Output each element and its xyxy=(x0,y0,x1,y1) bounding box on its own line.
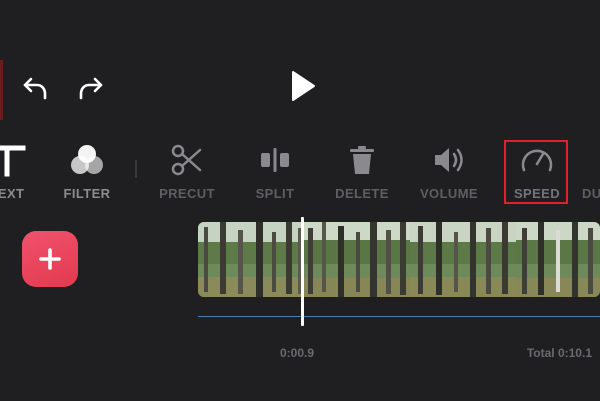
tool-text-label: TEXT xyxy=(0,186,25,201)
duplicate-icon xyxy=(582,138,600,182)
toolbar-divider xyxy=(135,160,137,178)
tool-text[interactable]: TEXT xyxy=(0,130,42,210)
current-time: 0:00.9 xyxy=(280,346,315,360)
tool-precut-label: PRECUT xyxy=(159,186,215,201)
tool-split-label: SPLIT xyxy=(255,186,295,201)
scissors-icon xyxy=(157,138,217,182)
tool-delete[interactable]: DELETE xyxy=(327,130,397,210)
tool-filter[interactable]: FILTER xyxy=(52,130,122,210)
play-button[interactable] xyxy=(284,68,320,104)
tool-delete-label: DELETE xyxy=(335,186,389,201)
tool-precut[interactable]: PRECUT xyxy=(152,130,222,210)
tool-filter-label: FILTER xyxy=(63,186,111,201)
undo-icon xyxy=(23,77,47,100)
redo-icon xyxy=(79,77,103,100)
tool-duplicate-label: DU xyxy=(582,186,600,201)
volume-icon xyxy=(419,138,479,182)
add-clip-button[interactable] xyxy=(22,231,78,287)
filter-icon xyxy=(57,138,117,182)
trash-icon xyxy=(332,138,392,182)
play-icon xyxy=(292,71,315,101)
speed-highlight-box xyxy=(504,140,568,204)
clip-thumbnail xyxy=(410,222,516,297)
text-icon xyxy=(0,138,37,182)
plus-icon xyxy=(39,248,61,270)
video-clip-track[interactable] xyxy=(198,222,600,297)
clip-thumbnail xyxy=(304,222,410,297)
recording-edge-marker xyxy=(0,60,3,120)
split-icon xyxy=(245,138,305,182)
total-duration: Total 0:10.1 xyxy=(526,346,592,360)
undo-button[interactable] xyxy=(18,70,52,104)
clip-thumbnail xyxy=(198,222,304,297)
clip-thumbnail xyxy=(516,222,600,297)
redo-button[interactable] xyxy=(74,70,108,104)
tool-split[interactable]: SPLIT xyxy=(240,130,310,210)
playhead[interactable] xyxy=(301,217,304,326)
tool-duplicate[interactable]: DU xyxy=(582,130,600,210)
tool-volume-label: VOLUME xyxy=(419,186,478,201)
tool-volume[interactable]: VOLUME xyxy=(414,130,484,210)
timeline-ruler xyxy=(198,316,600,317)
